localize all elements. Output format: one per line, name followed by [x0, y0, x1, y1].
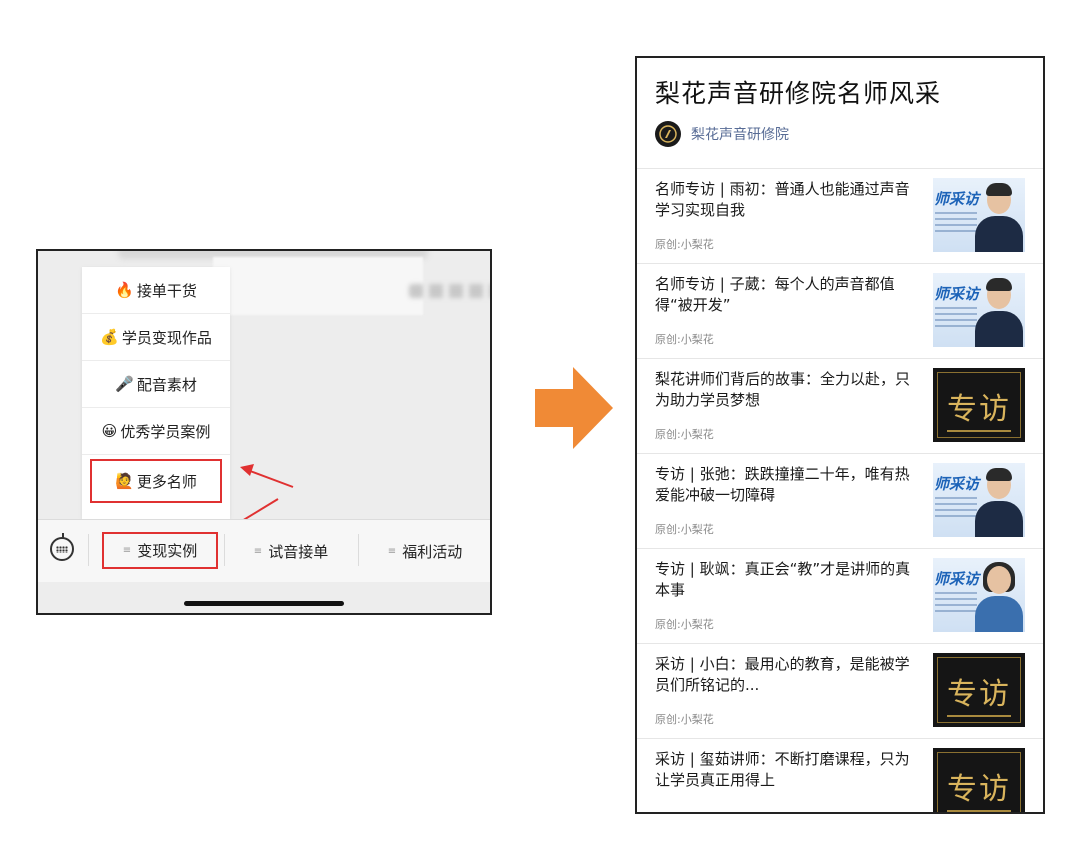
tab-label: 变现实例: [137, 542, 198, 560]
thumbnail-text-lines: [935, 592, 977, 616]
thumbnail-caption: 专访: [947, 772, 1011, 807]
thumbnail-text-lines: [935, 497, 977, 521]
account-name: 梨花声音研修院: [691, 127, 789, 143]
smile-icon: 😀: [101, 422, 118, 440]
portrait-head: [987, 566, 1011, 594]
divider: [224, 534, 225, 566]
menu-item-label: 配音素材: [136, 375, 197, 394]
microphone-icon: 🎤: [115, 375, 134, 393]
thumbnail-caption: 专访: [947, 392, 1011, 427]
right-arrow-icon: [535, 367, 613, 449]
fire-icon: 🔥: [115, 281, 134, 299]
menu-item-dubbing-material[interactable]: 🎤 配音素材: [82, 361, 230, 408]
menu-lines-icon: ≡: [253, 545, 263, 557]
menu-item-more-teachers[interactable]: 🙋 更多名师: [90, 459, 222, 503]
menu-item-student-cases[interactable]: 😀 优秀学员案例: [82, 408, 230, 455]
article-item[interactable]: 专访 | 耿飒：真正会“教”才是讲师的真本事 原创:小梨花 师采访: [637, 548, 1043, 643]
article-title: 采访 | 玺茹讲师：不断打磨课程，只为让学员真正用得上: [655, 750, 910, 789]
article-item[interactable]: 采访 | 玺茹讲师：不断打磨课程，只为让学员真正用得上 专访: [637, 738, 1043, 812]
tab-monetize-cases[interactable]: ≡ 变现实例: [102, 532, 218, 569]
thumbnail-caption: 专访: [947, 677, 1011, 712]
blurred-message-text: [409, 284, 490, 298]
menu-item-label: 更多名师: [136, 472, 197, 491]
article-item[interactable]: 名师专访 | 子葳：每个人的声音都值得“被开发” 原创:小梨花 师采访: [637, 263, 1043, 358]
thumbnail-gold-line: [947, 810, 1011, 812]
wechat-chat-panel: 🔥 接单干货 💰 学员变现作品 🎤 配音素材 😀 优秀学员案例 🙋 更多名师 ≡…: [36, 249, 492, 615]
custom-menu-bar: ≡ 变现实例 ≡ 试音接单 ≡ 福利活动: [38, 519, 490, 582]
menu-item-label: 接单干货: [136, 281, 197, 300]
article-item[interactable]: 名师专访 | 雨初：普通人也能通过声音学习实现自我 原创:小梨花 师采访: [637, 168, 1043, 263]
article-thumbnail: 师采访: [933, 178, 1025, 252]
keyboard-keys: [56, 545, 68, 553]
article-author: 原创:小梨花: [655, 428, 714, 441]
thumbnail-gold-line: [947, 715, 1011, 717]
keyboard-icon[interactable]: [50, 533, 74, 561]
page-title: 梨花声音研修院名师风采: [655, 79, 942, 108]
menu-item-label: 学员变现作品: [121, 328, 212, 347]
thumbnail-text-lines: [935, 212, 977, 236]
portrait-hair: [986, 278, 1012, 291]
article-thumbnail: 师采访: [933, 558, 1025, 632]
thumbnail-caption: 师采访: [934, 190, 980, 208]
money-bag-icon: 💰: [100, 328, 119, 346]
article-author: 原创:小梨花: [655, 238, 714, 251]
article-author: 原创:小梨花: [655, 523, 714, 536]
article-title: 名师专访 | 子葳：每个人的声音都值得“被开发”: [655, 275, 895, 314]
thumbnail-caption: 师采访: [934, 285, 980, 303]
menu-item-order-tips[interactable]: 🔥 接单干货: [82, 267, 230, 314]
home-indicator[interactable]: [184, 601, 344, 606]
portrait-body: [975, 501, 1023, 537]
logo-icon: [659, 125, 677, 143]
article-thumbnail: 专访: [933, 653, 1025, 727]
article-author: 原创:小梨花: [655, 618, 714, 631]
tab-label: 福利活动: [402, 542, 463, 561]
thumbnail-text-lines: [935, 307, 977, 331]
article-list-page: 梨花声音研修院名师风采 梨花声音研修院 名师专访 | 雨初：普通人也能通过声音学…: [635, 56, 1045, 814]
menu-item-label: 优秀学员案例: [120, 422, 211, 441]
article-thumbnail: 师采访: [933, 273, 1025, 347]
portrait-hair: [986, 468, 1012, 481]
menu-lines-icon: ≡: [387, 545, 397, 557]
divider: [358, 534, 359, 566]
article-title: 专访 | 耿飒：真正会“教”才是讲师的真本事: [655, 560, 911, 599]
article-item[interactable]: 采访 | 小白：最用心的教育，是能被学员们所铭记的... 原创:小梨花 专访: [637, 643, 1043, 738]
article-list: 名师专访 | 雨初：普通人也能通过声音学习实现自我 原创:小梨花 师采访 名师专…: [637, 168, 1043, 812]
raised-hand-icon: 🙋: [115, 472, 134, 490]
article-thumbnail: 师采访: [933, 463, 1025, 537]
tab-label: 试音接单: [268, 542, 329, 561]
portrait-body: [975, 596, 1023, 632]
article-thumbnail: 专访: [933, 368, 1025, 442]
article-thumbnail: 专访: [933, 748, 1025, 812]
portrait-body: [975, 216, 1023, 252]
keyboard-switch-indicator: [62, 533, 64, 538]
portrait-body: [975, 311, 1023, 347]
article-author: 原创:小梨花: [655, 333, 714, 346]
article-item[interactable]: 专访 | 张弛：跌跌撞撞二十年，唯有热爱能冲破一切障碍 原创:小梨花 师采访: [637, 453, 1043, 548]
tab-benefit-activities[interactable]: ≡ 福利活动: [360, 535, 490, 567]
article-title: 采访 | 小白：最用心的教育，是能被学员们所铭记的...: [655, 655, 910, 694]
thumbnail-caption: 师采访: [934, 475, 980, 493]
article-title: 专访 | 张弛：跌跌撞撞二十年，唯有热爱能冲破一切障碍: [655, 465, 910, 504]
article-item[interactable]: 梨花讲师们背后的故事：全力以赴，只为助力学员梦想 原创:小梨花 专访: [637, 358, 1043, 453]
account-avatar: [655, 121, 681, 147]
thumbnail-caption: 师采访: [934, 570, 980, 588]
divider: [88, 534, 89, 566]
tab-audition-orders[interactable]: ≡ 试音接单: [226, 535, 356, 567]
submenu-popup: 🔥 接单干货 💰 学员变现作品 🎤 配音素材 😀 优秀学员案例 🙋 更多名师: [82, 267, 230, 519]
article-author: 原创:小梨花: [655, 713, 714, 726]
article-title: 梨花讲师们背后的故事：全力以赴，只为助力学员梦想: [655, 370, 911, 409]
article-title: 名师专访 | 雨初：普通人也能通过声音学习实现自我: [655, 180, 910, 219]
blurred-message-bubble: [213, 257, 490, 315]
portrait-hair: [986, 183, 1012, 196]
menu-item-student-works[interactable]: 💰 学员变现作品: [82, 314, 230, 361]
thumbnail-gold-line: [947, 430, 1011, 432]
account-row[interactable]: 梨花声音研修院: [655, 121, 789, 147]
menu-lines-icon: ≡: [122, 545, 132, 556]
